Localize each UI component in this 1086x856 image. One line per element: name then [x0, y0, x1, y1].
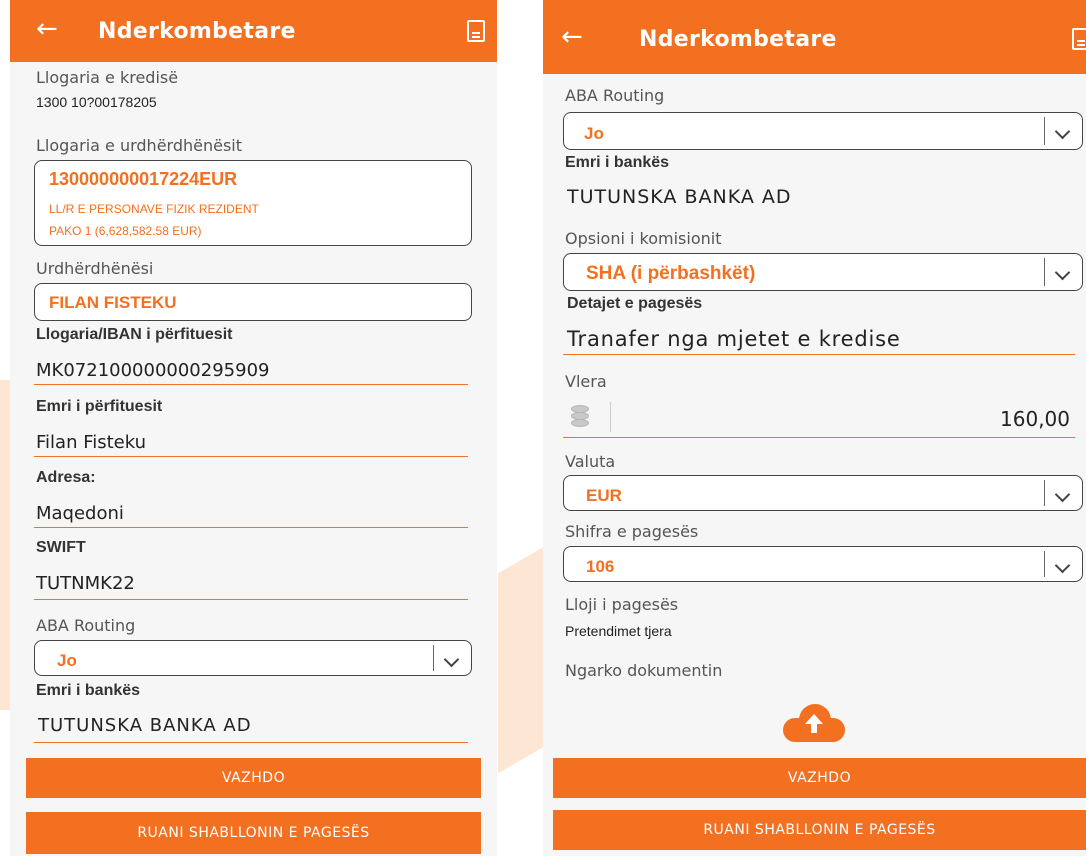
chevron-down-icon[interactable]	[1044, 480, 1082, 506]
chevron-down-icon[interactable]	[1044, 117, 1082, 145]
aba-value: Jo	[57, 651, 77, 670]
orderer-account-number: 130000000017224EUR	[49, 169, 238, 189]
page-title: Nderkombetare	[639, 27, 837, 52]
coins-icon	[567, 405, 595, 429]
amount-input[interactable]: 160,00	[1000, 407, 1070, 431]
currency-label: Valuta	[565, 452, 616, 471]
currency-value: EUR	[586, 486, 622, 505]
address-underline	[34, 527, 468, 528]
swift-underline	[34, 599, 468, 600]
orderer-field[interactable]: FILAN FISTEKU	[34, 283, 472, 321]
back-arrow-icon[interactable]: ←	[36, 16, 58, 42]
payment-code-label: Shifra e pagesës	[565, 522, 699, 541]
beneficiary-underline	[34, 456, 468, 457]
commission-label: Opsioni i komisionit	[565, 229, 722, 248]
beneficiary-input[interactable]: Filan Fisteku	[36, 432, 146, 453]
iban-underline	[34, 384, 468, 385]
save-template-button[interactable]: RUANI SHABLLONIN E PAGESËS	[26, 812, 481, 854]
chevron-down-icon[interactable]	[433, 645, 471, 671]
left-screen: ← Nderkombetare Llogaria e kredisë 1300 …	[10, 0, 497, 856]
back-arrow-icon[interactable]: ←	[561, 24, 583, 50]
amount-divider	[610, 402, 611, 432]
details-input[interactable]: Tranafer nga mjetet e kredise	[567, 327, 901, 351]
bank-label: Emri i bankës	[36, 682, 141, 699]
payment-code-value: 106	[586, 557, 615, 576]
orderer-label: Urdhërdhënësi	[36, 259, 154, 278]
right-screen: ← Nderkombetare ABA Routing Jo Emri i ba…	[543, 0, 1086, 856]
iban-input[interactable]: MK072100000000295909	[36, 360, 269, 381]
aba-label: ABA Routing	[565, 86, 665, 105]
app-bar: ← Nderkombetare	[10, 0, 497, 62]
save-template-button[interactable]: RUANI SHABLLONIN E PAGESËS	[553, 810, 1086, 850]
background-accent	[498, 546, 544, 774]
aba-value: Jo	[584, 124, 604, 143]
orderer-account-select[interactable]: 130000000017224EUR LL/R E PERSONAVE FIZI…	[34, 160, 472, 246]
currency-select[interactable]: EUR	[563, 475, 1083, 511]
aba-label: ABA Routing	[36, 616, 136, 635]
bank-underline	[34, 742, 468, 743]
document-icon[interactable]	[1072, 28, 1086, 50]
cloud-upload-icon[interactable]	[783, 704, 845, 742]
document-icon[interactable]	[467, 20, 485, 42]
commission-value: SHA (i përbashkët)	[586, 263, 756, 284]
payment-type-label: Lloji i pagesës	[565, 595, 679, 614]
orderer-account-balance: PAKO 1 (6,628,582.58 EUR)	[49, 224, 202, 238]
orderer-account-type: LL/R E PERSONAVE FIZIK REZIDENT	[49, 202, 259, 216]
orderer-account-label: Llogaria e urdhërdhënësit	[36, 136, 243, 155]
payment-type-value: Pretendimet tjera	[565, 623, 672, 639]
upload-label: Ngarko dokumentin	[565, 661, 723, 680]
swift-label: SWIFT	[36, 539, 86, 556]
details-underline	[563, 354, 1075, 355]
chevron-down-icon[interactable]	[1044, 258, 1082, 286]
section-underline	[565, 73, 1075, 74]
bank-input[interactable]: TUTUNSKA BANKA AD	[38, 715, 252, 736]
amount-underline	[563, 437, 1075, 438]
beneficiary-label: Emri i përfituesit	[36, 398, 163, 415]
address-input[interactable]: Maqedoni	[36, 503, 124, 524]
amount-label: Vlera	[565, 372, 607, 391]
page-title: Nderkombetare	[98, 19, 296, 44]
payment-code-select[interactable]: 106	[563, 546, 1083, 582]
aba-select[interactable]: Jo	[34, 640, 472, 676]
credit-account-value: 1300 10?00178205	[36, 94, 157, 110]
bank-input[interactable]: TUTUNSKA BANKA AD	[567, 186, 792, 208]
app-bar: ← Nderkombetare	[543, 0, 1086, 74]
orderer-value: FILAN FISTEKU	[49, 293, 177, 312]
continue-button[interactable]: VAZHDO	[26, 758, 481, 798]
swift-input[interactable]: TUTNMK22	[36, 573, 135, 594]
chevron-down-icon[interactable]	[1044, 551, 1082, 577]
commission-select[interactable]: SHA (i përbashkët)	[563, 253, 1083, 291]
address-label: Adresa:	[36, 469, 96, 486]
bank-label: Emri i bankës	[565, 154, 670, 171]
credit-account-label: Llogaria e kredisë	[36, 68, 179, 87]
details-label: Detajet e pagesës	[567, 295, 703, 312]
aba-select[interactable]: Jo	[563, 112, 1083, 150]
iban-label: Llogaria/IBAN i përfituesit	[36, 326, 233, 343]
continue-button[interactable]: VAZHDO	[553, 758, 1086, 798]
